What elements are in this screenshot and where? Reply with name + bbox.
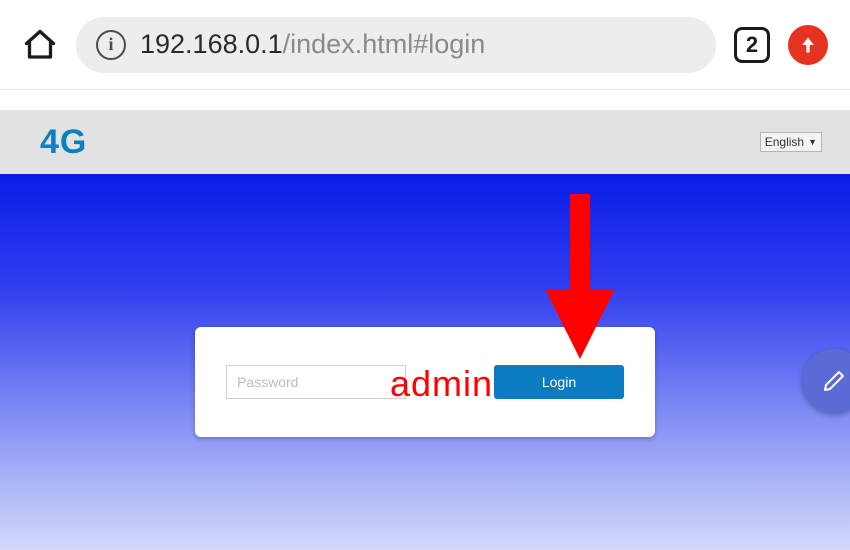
edit-fab-button[interactable] (802, 349, 850, 413)
chevron-down-icon: ▼ (808, 137, 817, 147)
tab-count-value: 2 (746, 32, 758, 58)
url-host: 192.168.0.1 (140, 29, 283, 59)
pencil-icon (822, 369, 846, 393)
login-button[interactable]: Login (494, 365, 624, 399)
page-viewport: 4G English ▼ Login admin (0, 90, 850, 550)
url-text: 192.168.0.1/index.html#login (140, 29, 485, 60)
browser-toolbar: i 192.168.0.1/index.html#login 2 (0, 0, 850, 90)
logo: 4G (40, 123, 87, 162)
language-label: English (765, 135, 804, 149)
page-header: 4G English ▼ (0, 110, 850, 174)
tab-switcher-button[interactable]: 2 (734, 27, 770, 63)
language-selector[interactable]: English ▼ (760, 132, 822, 152)
url-path: /index.html#login (283, 29, 486, 59)
info-icon[interactable]: i (96, 30, 126, 60)
url-bar[interactable]: i 192.168.0.1/index.html#login (76, 17, 716, 73)
update-available-icon[interactable] (788, 25, 828, 65)
home-icon[interactable] (22, 27, 58, 63)
login-card: Login (195, 327, 655, 437)
password-input[interactable] (226, 365, 406, 399)
login-stage: Login admin (0, 174, 850, 550)
